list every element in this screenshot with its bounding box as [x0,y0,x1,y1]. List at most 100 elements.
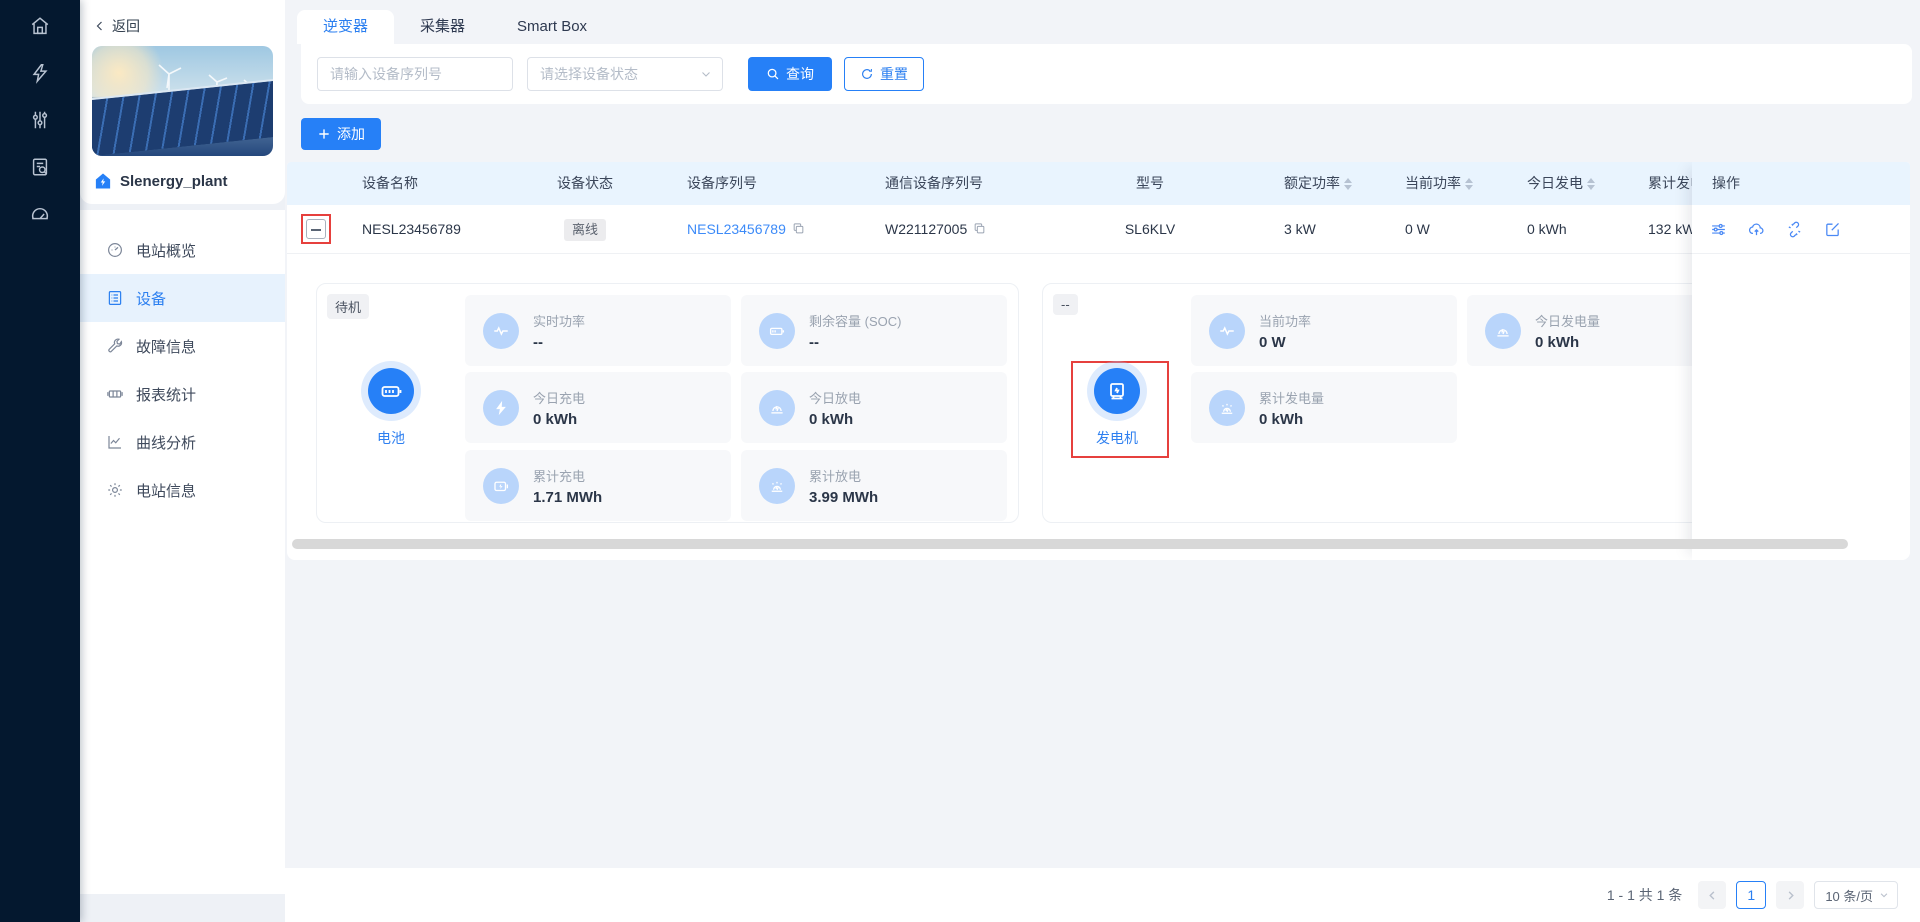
search-button[interactable]: 查询 [748,57,832,91]
page-size-select[interactable]: 10 条/页 [1814,881,1898,909]
report-icon [106,385,124,403]
sidebar-menu: 电站概览 设备 故障信息 报表统计 曲线分析 电站信息 [80,210,285,894]
battery-label: 电池 [377,428,405,448]
back-button[interactable]: 返回 [92,10,273,46]
chevron-left-icon [94,20,106,32]
device-table: 设备名称 设备状态 设备序列号 通信设备序列号 型号 额定功率 当前功率 今日发… [287,162,1910,560]
doc-search-icon[interactable] [29,156,51,178]
unbind-link-icon[interactable] [1786,221,1803,238]
lamp-icon [1485,313,1521,349]
status-badge: 离线 [564,219,606,241]
status-select[interactable]: 请选择设备状态 [527,57,723,91]
settings-sliders-icon[interactable] [1710,221,1727,238]
chevron-left-icon [1707,890,1718,901]
device-type-tabs: 逆变器 采集器 Smart Box [297,10,1920,44]
col-device-status: 设备状态 [540,162,630,205]
pulse-icon [1209,313,1245,349]
next-page-button[interactable] [1776,881,1804,909]
battery-status-badge: 待机 [327,294,369,319]
tab-smart-box[interactable]: Smart Box [491,10,613,44]
page-size-value: 10 条/页 [1825,886,1873,905]
horizontal-scrollbar[interactable] [292,539,1848,549]
pagination-bar: 1 - 1 共 1 条 1 10 条/页 [285,868,1920,922]
cell-device-name: NESL23456789 [362,205,461,254]
tab-inverter[interactable]: 逆变器 [297,10,394,44]
plant-summary: 返回 Slenergy_plant [80,0,285,204]
battery-icon [368,368,414,414]
gauge-icon[interactable] [29,203,51,225]
col-comm-serial: 通信设备序列号 [885,162,983,205]
operations-column: 操作 [1692,162,1910,560]
bolt-icon[interactable] [29,62,51,84]
chevron-right-icon [1785,890,1796,901]
search-label: 查询 [786,64,814,84]
sidebar-item-label: 曲线分析 [136,432,196,453]
prev-page-button[interactable] [1698,881,1726,909]
sidebar-item-curves[interactable]: 曲线分析 [80,418,285,466]
sidebar-item-faults[interactable]: 故障信息 [80,322,285,370]
sidebar-item-label: 电站概览 [136,240,196,261]
table-header-row: 设备名称 设备状态 设备序列号 通信设备序列号 型号 额定功率 当前功率 今日发… [287,162,1910,205]
home-icon[interactable] [29,15,51,37]
col-operations: 操作 [1692,162,1910,205]
pagination-total: 1 - 1 共 1 条 [1607,885,1682,905]
row-actions [1692,205,1910,254]
copy-icon[interactable] [792,222,805,235]
back-label: 返回 [112,16,140,36]
stat-tile: 剩余容量 (SOC)-- [741,295,1007,366]
global-nav-rail [0,0,80,922]
stat-tile: 累计发电量0 kWh [1191,372,1457,443]
col-today-energy: 今日发电 [1527,162,1595,205]
plant-name: Slenergy_plant [120,173,228,190]
lamp-icon [759,390,795,426]
sliders-icon[interactable] [29,109,51,131]
battery-device[interactable]: 电池 [317,368,465,448]
dashboard-icon [106,241,124,259]
cloud-upload-icon[interactable] [1748,221,1765,238]
page-number-button[interactable]: 1 [1736,881,1766,909]
col-rated-power: 额定功率 [1284,162,1352,205]
collapse-row-button[interactable] [306,219,326,239]
stat-tile: 累计放电3.99 MWh [741,450,1007,521]
cell-serial: NESL23456789 [687,205,805,254]
table-row: NESL23456789 离线 NESL23456789 W221127005 … [287,205,1910,254]
sidebar-item-devices[interactable]: 设备 [80,274,285,322]
chevron-down-icon [1879,890,1889,900]
sort-current-power[interactable] [1465,178,1473,190]
add-device-button[interactable]: 添加 [301,118,381,150]
col-model: 型号 [1095,162,1205,205]
bolt-icon [483,390,519,426]
tab-collector[interactable]: 采集器 [394,10,491,44]
refresh-icon [860,67,874,81]
serial-link[interactable]: NESL23456789 [687,221,786,237]
serial-input[interactable] [317,57,513,91]
sort-today-energy[interactable] [1587,178,1595,190]
sidebar-item-plant-info[interactable]: 电站信息 [80,466,285,514]
siren-icon [1209,390,1245,426]
sidebar-item-label: 报表统计 [136,384,196,405]
pulse-icon [483,313,519,349]
cell-today-energy: 0 kWh [1527,205,1567,254]
stat-tile: 当前功率0 W [1191,295,1457,366]
sidebar-item-overview[interactable]: 电站概览 [80,226,285,274]
sidebar-item-label: 故障信息 [136,336,196,357]
filter-bar: 请选择设备状态 查询 重置 [301,44,1912,104]
add-label: 添加 [337,124,365,144]
stat-tile: 累计充电1.71 MWh [465,450,731,521]
siren-icon [759,468,795,504]
generator-status-badge: -- [1053,294,1078,315]
battery-card: 待机 电池 实时功率-- 剩余容量 (SOC)-- [316,283,1019,523]
reset-button[interactable]: 重置 [844,57,924,91]
col-serial: 设备序列号 [687,162,757,205]
expanded-row-panel: 待机 电池 实时功率-- 剩余容量 (SOC)-- [287,254,1910,538]
cell-rated-power: 3 kW [1284,205,1316,254]
edit-square-icon[interactable] [1824,221,1841,238]
sidebar-item-reports[interactable]: 报表统计 [80,370,285,418]
stat-tile: 今日放电0 kWh [741,372,1007,443]
col-current-power: 当前功率 [1405,162,1473,205]
generator-icon [1094,368,1140,414]
sort-rated-power[interactable] [1344,178,1352,190]
copy-icon[interactable] [973,222,986,235]
reset-label: 重置 [880,64,908,84]
generator-device[interactable]: 发电机 [1043,368,1191,448]
